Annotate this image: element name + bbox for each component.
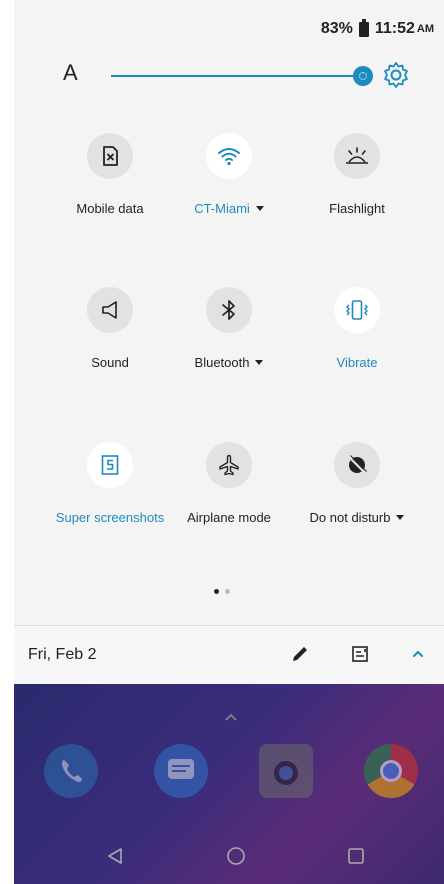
tile-label: Bluetooth: [195, 355, 264, 370]
tile-label: Super screenshots: [55, 510, 165, 525]
date-label: Fri, Feb 2: [28, 646, 97, 663]
notification-settings-icon[interactable]: [349, 643, 371, 665]
tile-circle[interactable]: [206, 442, 252, 488]
page-dot-active: [214, 589, 219, 594]
tile-label: Sound: [91, 355, 129, 370]
tile-circle[interactable]: [87, 133, 133, 179]
tile-label: Flashlight: [329, 201, 385, 216]
battery-percent: 83%: [320, 20, 353, 37]
page-dot: [225, 589, 230, 594]
tile-super-screenshots[interactable]: Super screenshots: [45, 442, 175, 527]
tile-circle[interactable]: [87, 442, 133, 488]
dock: [14, 744, 444, 804]
tile-circle[interactable]: [334, 133, 380, 179]
home-screen-background: [14, 684, 444, 884]
tile-label: Do not disturb: [310, 510, 405, 525]
brightness-slider-track[interactable]: [111, 75, 369, 77]
tile-label: Airplane mode: [187, 510, 271, 525]
auto-brightness-button[interactable]: A: [63, 60, 78, 86]
messages-app-icon[interactable]: [154, 744, 208, 798]
tile-circle[interactable]: [334, 287, 380, 333]
app-drawer-chevron-icon[interactable]: [224, 712, 238, 722]
navigation-bar: [14, 829, 444, 884]
do-not-disturb-icon: [348, 455, 367, 474]
recents-button-icon[interactable]: [344, 844, 368, 868]
dropdown-caret-icon[interactable]: [255, 206, 264, 211]
edit-pencil-icon[interactable]: [289, 643, 311, 665]
wifi-icon: [218, 148, 240, 166]
tile-mobile-data[interactable]: Mobile data: [45, 133, 175, 218]
chrome-app-icon[interactable]: [364, 744, 418, 798]
clock-time: 11:52: [374, 20, 415, 37]
tile-circle[interactable]: [87, 287, 133, 333]
airplane-icon: [219, 454, 239, 476]
tile-bluetooth[interactable]: Bluetooth: [164, 287, 294, 372]
tile-circle[interactable]: [334, 442, 380, 488]
page-indicator: [0, 589, 444, 594]
settings-gear-icon[interactable]: [381, 60, 411, 90]
vibrate-icon: [346, 300, 368, 320]
home-button-icon[interactable]: [224, 844, 248, 868]
bluetooth-icon: [222, 300, 235, 320]
collapse-chevron-icon[interactable]: [407, 643, 429, 665]
super-screenshot-icon: [101, 455, 119, 475]
tile-flashlight[interactable]: Flashlight: [292, 133, 422, 218]
android-screen: 83% 11:52 AM A Mobile data CT-Miami Flas…: [0, 0, 444, 884]
tile-label: Vibrate: [336, 355, 378, 370]
dropdown-caret-icon[interactable]: [396, 515, 405, 520]
flashlight-icon: [346, 147, 368, 164]
mobile-data-off-icon: [103, 146, 118, 166]
tile-circle[interactable]: [206, 133, 252, 179]
tile-label: Mobile data: [76, 201, 144, 216]
tile-do-not-disturb[interactable]: Do not disturb: [292, 442, 422, 527]
tile-label: CT-Miami: [194, 201, 264, 216]
brightness-slider-thumb[interactable]: [353, 66, 373, 86]
quick-settings-footer: Fri, Feb 2: [14, 626, 444, 684]
tile-vibrate[interactable]: Vibrate: [292, 287, 422, 372]
camera-app-icon[interactable]: [259, 744, 313, 798]
clock-ampm: AM: [416, 23, 434, 35]
dropdown-caret-icon[interactable]: [255, 360, 264, 365]
battery-icon: [358, 18, 369, 37]
tile-sound[interactable]: Sound: [45, 287, 175, 372]
phone-app-icon[interactable]: [44, 744, 98, 798]
tile-wifi[interactable]: CT-Miami: [164, 133, 294, 218]
tile-airplane-mode[interactable]: Airplane mode: [164, 442, 294, 527]
back-button-icon[interactable]: [103, 844, 127, 868]
status-bar: 83% 11:52 AM: [320, 18, 434, 38]
brightness-row: A: [55, 58, 435, 94]
tile-circle[interactable]: [206, 287, 252, 333]
speaker-icon: [102, 301, 117, 319]
